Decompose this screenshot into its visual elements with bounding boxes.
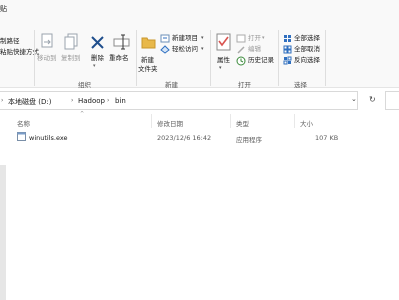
address-bar[interactable]	[0, 91, 358, 110]
properties-icon	[216, 33, 231, 51]
ribbon-divider	[278, 30, 279, 86]
properties-dropdown-arrow[interactable]: ▾	[219, 64, 222, 73]
easy-access-button[interactable]: 轻松访问	[172, 45, 198, 54]
exe-file-icon	[17, 132, 26, 141]
breadcrumb-drive[interactable]: 本地磁盘 (D:)	[8, 97, 51, 107]
select-all-icon	[284, 35, 291, 42]
file-modified: 2023/12/6 16:42	[157, 134, 212, 142]
ribbon	[0, 0, 399, 88]
copy-path-button[interactable]: 制路径	[0, 37, 20, 46]
chevron-right-icon[interactable]: ›	[107, 97, 109, 104]
easy-access-icon	[160, 45, 170, 54]
delete-icon	[91, 36, 104, 49]
address-dropdown-icon[interactable]: ⌄	[351, 95, 357, 103]
easy-access-dropdown-arrow[interactable]: ▾	[201, 45, 204, 54]
new-item-icon	[160, 34, 170, 43]
column-header-modified[interactable]: 修改日期	[157, 118, 183, 128]
file-type: 应用程序	[236, 136, 262, 144]
open-group-label: 打开	[238, 81, 251, 89]
breadcrumb-bin[interactable]: bin	[115, 97, 126, 105]
copy-to-icon	[64, 33, 78, 50]
search-box[interactable]	[385, 91, 399, 110]
organize-group-label: 组织	[78, 81, 91, 89]
invert-selection-icon	[283, 56, 292, 65]
select-none-button[interactable]: 全部取消	[294, 45, 320, 54]
open-icon	[236, 34, 246, 43]
ribbon-divider	[210, 30, 211, 86]
new-folder-icon	[141, 37, 156, 49]
file-size: 107 KB	[315, 134, 339, 142]
column-header-type[interactable]: 类型	[236, 118, 249, 128]
move-to-icon	[41, 33, 53, 48]
move-to-button[interactable]: 移动到	[37, 54, 57, 63]
column-header-size[interactable]: 大小	[300, 118, 313, 128]
new-item-dropdown-arrow[interactable]: ▾	[201, 34, 204, 43]
select-none-icon	[283, 45, 292, 54]
column-divider[interactable]	[151, 114, 152, 128]
chevron-right-icon[interactable]: ›	[71, 97, 73, 104]
edit-button[interactable]: 编辑	[248, 45, 261, 54]
new-group-label: 新建	[165, 81, 178, 89]
nav-pane-scrollbar[interactable]	[0, 165, 6, 300]
copy-to-button[interactable]: 复制到	[61, 54, 81, 63]
delete-dropdown-arrow[interactable]: ▾	[93, 62, 96, 71]
invert-selection-button[interactable]: 反向选择	[294, 56, 320, 65]
column-header-name[interactable]: 名称	[17, 118, 30, 128]
new-item-button[interactable]: 新建项目	[172, 34, 198, 43]
new-folder-button[interactable]: 新建	[141, 56, 154, 65]
column-divider[interactable]	[230, 114, 231, 128]
history-button[interactable]: 历史记录	[248, 56, 274, 65]
rename-button[interactable]: 重命名	[109, 54, 129, 63]
paste-label-partial[interactable]: 贴	[0, 5, 7, 14]
ribbon-divider	[136, 30, 137, 86]
breadcrumb-hadoop[interactable]: Hadoop	[78, 97, 105, 105]
sort-up-icon: ^	[80, 111, 85, 117]
ribbon-divider	[325, 30, 326, 86]
edit-icon	[237, 46, 245, 54]
new-folder-button-line2[interactable]: 文件夹	[138, 65, 158, 74]
file-name[interactable]: winutils.exe	[29, 134, 68, 142]
open-dropdown-arrow[interactable]: ▾	[262, 34, 265, 43]
select-all-button[interactable]: 全部选择	[294, 34, 320, 43]
chevron-right-icon: ›	[1, 97, 4, 104]
column-divider[interactable]	[294, 114, 295, 128]
ribbon-divider	[34, 30, 35, 86]
select-group-label: 选择	[294, 81, 307, 89]
history-icon	[236, 56, 246, 66]
refresh-icon[interactable]: ↻	[369, 95, 376, 104]
open-button[interactable]: 打开	[248, 34, 261, 43]
rename-icon	[113, 34, 130, 50]
